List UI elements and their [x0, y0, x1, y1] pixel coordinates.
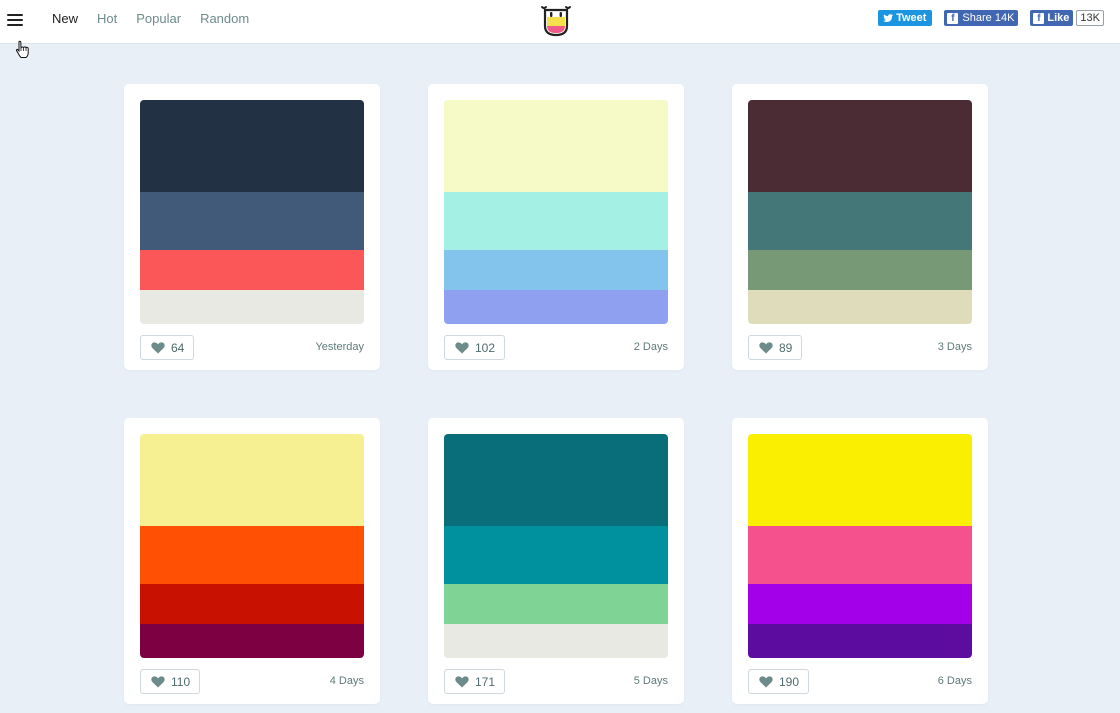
color-swatch[interactable]: [444, 192, 668, 250]
color-swatch[interactable]: [748, 434, 972, 526]
color-swatch[interactable]: [444, 434, 668, 526]
palette-date: 5 Days: [633, 675, 668, 687]
heart-icon: [759, 675, 773, 687]
color-swatch[interactable]: [748, 584, 972, 624]
palette-date: 2 Days: [633, 341, 668, 353]
like-count: 102: [475, 340, 496, 355]
color-swatch[interactable]: [140, 250, 364, 290]
like-button[interactable]: 171: [444, 669, 506, 694]
like-count: 110: [171, 674, 191, 689]
share-label: Share 14K: [962, 12, 1015, 24]
color-palette[interactable]: [444, 100, 668, 324]
palette-date: Yesterday: [315, 341, 364, 353]
color-swatch[interactable]: [140, 192, 364, 250]
heart-icon: [151, 341, 165, 353]
like-button[interactable]: 190: [748, 669, 810, 694]
facebook-icon: f: [1033, 12, 1045, 24]
hamburger-menu-icon[interactable]: [7, 12, 23, 26]
twitter-bird-icon: [883, 13, 894, 22]
facebook-like-count: 13K: [1076, 10, 1104, 26]
palette-date: 6 Days: [937, 675, 972, 687]
hand-pointer-cursor-icon: [15, 40, 29, 58]
top-bar: New Hot Popular Random Tweet f Share 14K…: [0, 0, 1120, 44]
palette-date: 3 Days: [937, 341, 972, 353]
nav-new[interactable]: New: [52, 11, 78, 27]
like-button[interactable]: 89: [748, 335, 803, 360]
palette-card: 110 4 Days: [124, 418, 380, 704]
heart-icon: [759, 341, 773, 353]
color-swatch[interactable]: [444, 290, 668, 324]
palette-card: 190 6 Days: [732, 418, 988, 704]
palette-card: 171 5 Days: [428, 418, 684, 704]
like-count: 190: [779, 674, 800, 689]
color-swatch[interactable]: [444, 584, 668, 624]
main-nav: New Hot Popular Random: [52, 11, 268, 27]
nav-popular[interactable]: Popular: [136, 11, 181, 27]
nav-hot[interactable]: Hot: [97, 11, 117, 27]
color-swatch[interactable]: [140, 434, 364, 526]
color-swatch[interactable]: [748, 250, 972, 290]
color-swatch[interactable]: [748, 192, 972, 250]
social-buttons: Tweet f Share 14K f Like 13K: [878, 10, 1104, 26]
palette-card: 89 3 Days: [732, 84, 988, 370]
like-count: 89: [779, 340, 793, 355]
heart-icon: [455, 675, 469, 687]
tweet-button[interactable]: Tweet: [878, 10, 933, 26]
color-swatch[interactable]: [140, 584, 364, 624]
color-swatch[interactable]: [444, 624, 668, 658]
heart-icon: [151, 675, 165, 687]
color-swatch[interactable]: [140, 526, 364, 584]
tweet-label: Tweet: [896, 12, 927, 24]
like-button[interactable]: 102: [444, 335, 506, 360]
color-swatch[interactable]: [748, 526, 972, 584]
color-swatch[interactable]: [748, 100, 972, 192]
like-count: 171: [475, 674, 496, 689]
color-swatch[interactable]: [748, 624, 972, 658]
color-swatch[interactable]: [140, 100, 364, 192]
like-button[interactable]: 110: [140, 669, 201, 694]
like-label: Like: [1047, 12, 1070, 24]
facebook-like-button[interactable]: f Like: [1030, 10, 1074, 26]
color-palette[interactable]: [140, 434, 364, 658]
facebook-icon: f: [947, 12, 959, 24]
like-count: 64: [171, 340, 185, 355]
facebook-share-button[interactable]: f Share 14K: [944, 10, 1019, 26]
nav-random[interactable]: Random: [200, 11, 249, 27]
palette-card: 102 2 Days: [428, 84, 684, 370]
palette-card: 64 Yesterday: [124, 84, 380, 370]
color-palette[interactable]: [748, 100, 972, 324]
logo-icon[interactable]: [540, 4, 572, 38]
color-swatch[interactable]: [444, 100, 668, 192]
palette-date: 4 Days: [329, 675, 364, 687]
color-swatch[interactable]: [140, 290, 364, 324]
color-palette[interactable]: [748, 434, 972, 658]
color-palette[interactable]: [140, 100, 364, 324]
color-palette[interactable]: [444, 434, 668, 658]
color-swatch[interactable]: [140, 624, 364, 658]
color-swatch[interactable]: [748, 290, 972, 324]
like-button[interactable]: 64: [140, 335, 195, 360]
color-swatch[interactable]: [444, 250, 668, 290]
color-swatch[interactable]: [444, 526, 668, 584]
heart-icon: [455, 341, 469, 353]
